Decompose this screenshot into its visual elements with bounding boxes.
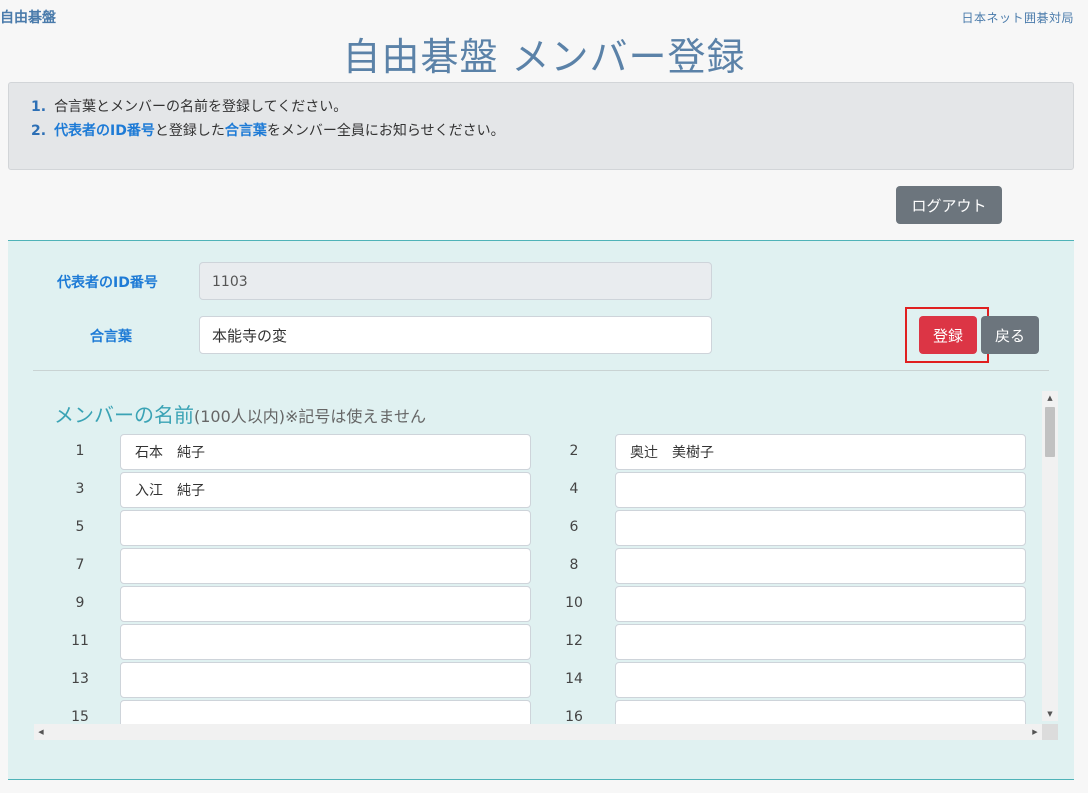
member-name-input[interactable] bbox=[615, 510, 1026, 546]
vertical-scrollbar[interactable]: ▲ ▼ bbox=[1042, 391, 1058, 721]
instructions-box: 1. 合言葉とメンバーの名前を登録してください。 2. 代表者のID番号と登録した合… bbox=[8, 82, 1074, 170]
step-highlight: 合言葉 bbox=[224, 123, 267, 139]
scroll-right-icon[interactable]: ▶ bbox=[1028, 724, 1042, 740]
org-link[interactable]: 日本ネット囲碁対局 bbox=[961, 9, 1074, 26]
divider bbox=[33, 370, 1049, 371]
step-number: 2. bbox=[31, 123, 47, 139]
members-title-text: メンバーの名前 bbox=[54, 403, 194, 427]
password-input[interactable] bbox=[199, 316, 712, 354]
member-number: 5 bbox=[75, 519, 85, 535]
member-name-input[interactable] bbox=[615, 662, 1026, 698]
step-text: をメンバー全員にお知らせください。 bbox=[266, 123, 505, 139]
page-title: 自由碁盤 メンバー登録 bbox=[342, 35, 746, 79]
member-name-input[interactable] bbox=[120, 662, 531, 698]
step-highlight: 代表者のID番号 bbox=[54, 123, 155, 139]
member-name-input[interactable] bbox=[615, 624, 1026, 660]
members-title: メンバーの名前(100人以内)※記号は使えません bbox=[54, 399, 426, 428]
member-number: 16 bbox=[565, 709, 583, 725]
site-logo[interactable]: 自由碁盤 bbox=[0, 7, 56, 27]
instruction-step-2: 2. 代表者のID番号と登録した合言葉をメンバー全員にお知らせください。 bbox=[31, 119, 1051, 143]
member-name-input[interactable] bbox=[615, 586, 1026, 622]
members-subtitle: (100人以内)※記号は使えません bbox=[194, 407, 426, 426]
password-label: 合言葉 bbox=[90, 329, 132, 345]
member-number: 7 bbox=[75, 557, 85, 573]
step-text: 合言葉とメンバーの名前を登録してください。 bbox=[54, 99, 348, 115]
member-name-input[interactable] bbox=[120, 434, 531, 470]
member-number: 10 bbox=[565, 595, 583, 611]
register-button[interactable]: 登録 bbox=[919, 316, 977, 354]
member-name-input[interactable] bbox=[120, 624, 531, 660]
scrollbar-corner bbox=[1042, 724, 1058, 740]
member-name-input[interactable] bbox=[615, 548, 1026, 584]
scroll-left-icon[interactable]: ◀ bbox=[34, 724, 48, 740]
id-label: 代表者のID番号 bbox=[57, 275, 158, 291]
member-number: 14 bbox=[565, 671, 583, 687]
horizontal-scrollbar[interactable]: ◀ ▶ bbox=[34, 724, 1042, 740]
member-number: 13 bbox=[71, 671, 89, 687]
instruction-step-1: 1. 合言葉とメンバーの名前を登録してください。 bbox=[31, 95, 1051, 119]
id-field: 1103 bbox=[199, 262, 712, 300]
members-scroll-area[interactable]: メンバーの名前(100人以内)※記号は使えません 123456789101112… bbox=[34, 391, 1056, 729]
registration-form: 代表者のID番号 1103 合言葉 登録 戻る メンバーの名前(100人以内)※… bbox=[8, 240, 1074, 780]
member-name-input[interactable] bbox=[120, 548, 531, 584]
back-button[interactable]: 戻る bbox=[981, 316, 1039, 354]
member-name-input[interactable] bbox=[120, 586, 531, 622]
member-number: 15 bbox=[71, 709, 89, 725]
scrollbar-thumb[interactable] bbox=[1045, 407, 1055, 457]
member-number: 6 bbox=[569, 519, 579, 535]
member-name-input[interactable] bbox=[120, 472, 531, 508]
scroll-up-icon[interactable]: ▲ bbox=[1042, 391, 1058, 405]
member-number: 9 bbox=[75, 595, 85, 611]
member-number: 8 bbox=[569, 557, 579, 573]
member-number: 3 bbox=[75, 481, 85, 497]
step-number: 1. bbox=[31, 99, 47, 115]
member-name-input[interactable] bbox=[615, 472, 1026, 508]
member-name-input[interactable] bbox=[615, 434, 1026, 470]
member-name-input[interactable] bbox=[120, 510, 531, 546]
member-number: 1 bbox=[75, 443, 85, 459]
scroll-down-icon[interactable]: ▼ bbox=[1042, 707, 1058, 721]
member-number: 2 bbox=[569, 443, 579, 459]
step-text: と登録した bbox=[154, 123, 225, 139]
logout-button[interactable]: ログアウト bbox=[896, 186, 1002, 224]
member-number: 12 bbox=[565, 633, 583, 649]
member-number: 4 bbox=[569, 481, 579, 497]
member-number: 11 bbox=[71, 633, 89, 649]
